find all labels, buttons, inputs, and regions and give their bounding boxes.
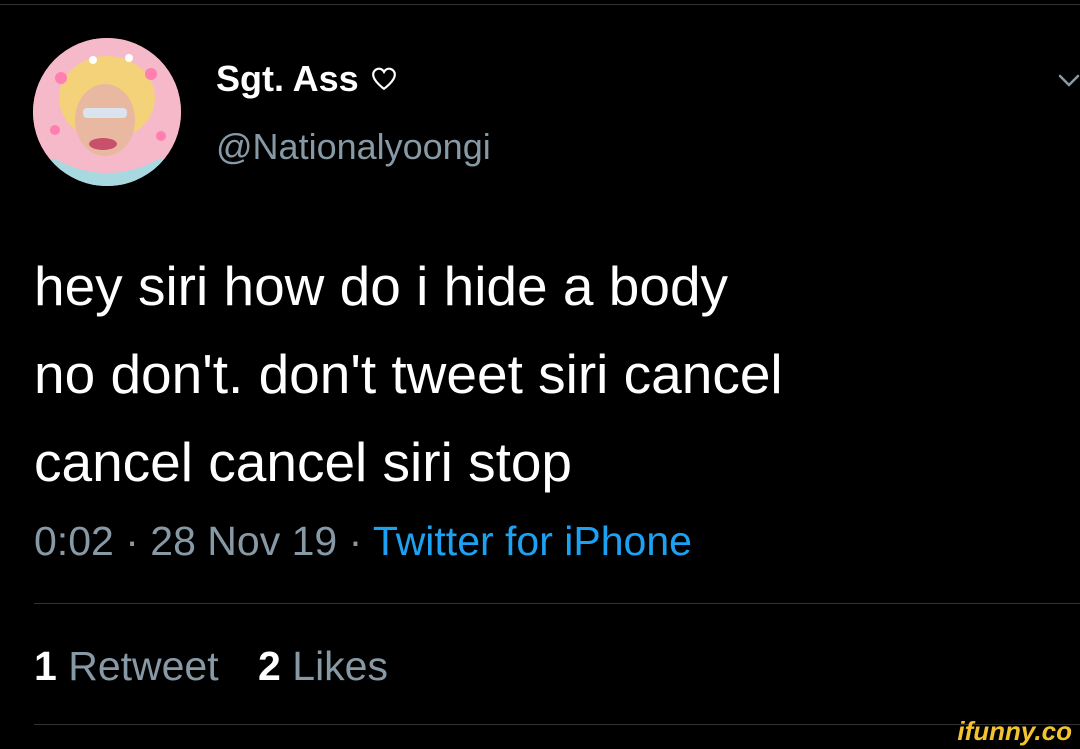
meta-separator: · (348, 518, 363, 564)
tweet-stats: 1 Retweet 2 Likes (34, 643, 416, 690)
likes-count-link[interactable]: 2 Likes (258, 643, 388, 689)
tweet-meta: 0:02 · 28 Nov 19 · Twitter for iPhone (34, 518, 692, 565)
meta-separator: · (125, 518, 139, 564)
likes-count: 2 (258, 643, 281, 689)
user-handle[interactable]: @Nationalyoongi (216, 126, 491, 168)
avatar-image (33, 38, 181, 186)
tweet-time[interactable]: 0:02 (34, 518, 114, 564)
heart-outline-icon (371, 67, 396, 91)
retweet-count: 1 (34, 643, 57, 689)
likes-label: Likes (292, 643, 388, 689)
top-divider (0, 4, 1080, 5)
divider (34, 603, 1080, 604)
retweet-count-link[interactable]: 1 Retweet (34, 643, 219, 689)
tweet-text: hey siri how do i hide a body no don't. … (34, 242, 1064, 506)
tweet-text-line: no don't. don't tweet siri cancel (34, 343, 783, 405)
chevron-down-icon[interactable] (1058, 70, 1080, 92)
divider (34, 724, 1080, 725)
avatar[interactable] (33, 38, 181, 186)
display-name-row[interactable]: Sgt. Ass (216, 58, 397, 100)
retweet-label: Retweet (68, 643, 219, 689)
tweet-source-link[interactable]: Twitter for iPhone (373, 518, 692, 564)
tweet-text-line: cancel cancel siri stop (34, 431, 573, 493)
watermark-logo: ifunny.co (957, 716, 1072, 746)
display-name[interactable]: Sgt. Ass (216, 58, 359, 100)
tweet-text-line: hey siri how do i hide a body (34, 255, 729, 317)
tweet-date[interactable]: 28 Nov 19 (150, 518, 337, 564)
